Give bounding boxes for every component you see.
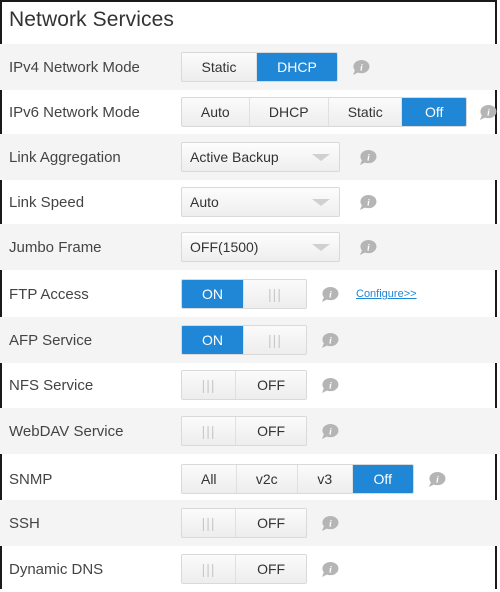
nfs-service-label: NFS Service (9, 376, 94, 394)
row-ipv6-network-mode: IPv6 Network Mode Auto DHCP Static Off i (0, 89, 500, 135)
dynamic-dns-toggle[interactable]: ||| OFF (181, 554, 307, 584)
ipv6-option-auto[interactable]: Auto (182, 98, 250, 126)
snmp-option-v2c[interactable]: v2c (236, 465, 298, 493)
webdav-service-toggle[interactable]: ||| OFF (181, 416, 307, 446)
ddns-toggle-off[interactable]: OFF (236, 555, 306, 583)
dynamic-dns-label: Dynamic DNS (9, 560, 104, 578)
info-icon[interactable]: i (358, 194, 377, 211)
ddns-toggle-grip[interactable]: ||| (182, 555, 237, 583)
info-icon[interactable]: i (358, 239, 377, 256)
info-icon[interactable]: i (320, 423, 339, 440)
jumbo-frame-dropdown[interactable]: OFF(1500) (181, 232, 340, 262)
afp-service-toggle[interactable]: ON ||| (181, 325, 307, 355)
info-icon[interactable]: i (320, 561, 339, 578)
snmp-option-off[interactable]: Off (352, 465, 413, 493)
nfs-service-toggle[interactable]: ||| OFF (181, 370, 307, 400)
chevron-down-icon (312, 154, 330, 161)
row-afp-service: AFP Service ON ||| i (0, 317, 500, 363)
svg-text:i: i (436, 475, 439, 485)
webdav-toggle-grip[interactable]: ||| (182, 417, 237, 445)
ftp-access-label: FTP Access (9, 285, 89, 303)
ftp-toggle-grip[interactable]: ||| (244, 280, 306, 308)
grip-handle-icon: ||| (201, 423, 216, 439)
snmp-option-all[interactable]: All (182, 465, 237, 493)
link-speed-label: Link Speed (9, 193, 85, 211)
svg-text:i: i (329, 565, 332, 575)
svg-text:i: i (367, 243, 370, 253)
link-aggregation-value: Active Backup (190, 149, 279, 165)
link-aggregation-label: Link Aggregation (9, 148, 121, 166)
ipv6-mode-selector: Auto DHCP Static Off (181, 97, 467, 127)
ssh-toggle-off[interactable]: OFF (236, 509, 306, 537)
grip-handle-icon: ||| (201, 377, 216, 393)
row-dynamic-dns: Dynamic DNS ||| OFF i (0, 546, 500, 592)
info-icon[interactable]: i (427, 471, 446, 488)
svg-text:i: i (367, 153, 370, 163)
ipv6-option-off[interactable]: Off (402, 98, 466, 126)
svg-text:i: i (329, 381, 332, 391)
grip-handle-icon: ||| (201, 515, 216, 531)
link-speed-dropdown[interactable]: Auto (181, 187, 340, 217)
chevron-down-icon (312, 199, 330, 206)
ftp-access-toggle[interactable]: ON ||| (181, 279, 307, 309)
ssh-label: SSH (9, 514, 40, 532)
row-link-speed: Link Speed Auto i (0, 179, 500, 225)
snmp-label: SNMP (9, 470, 53, 488)
svg-text:i: i (329, 336, 332, 346)
jumbo-frame-value: OFF(1500) (190, 239, 259, 255)
svg-text:i: i (487, 108, 490, 118)
link-aggregation-dropdown[interactable]: Active Backup (181, 142, 340, 172)
ipv6-option-static[interactable]: Static (328, 98, 403, 126)
svg-text:i: i (329, 519, 332, 529)
info-icon[interactable]: i (320, 377, 339, 394)
row-snmp: SNMP All v2c v3 Off i (0, 456, 500, 502)
nfs-toggle-grip[interactable]: ||| (182, 371, 237, 399)
ipv4-option-static[interactable]: Static (182, 53, 258, 81)
info-icon[interactable]: i (358, 149, 377, 166)
ipv6-option-dhcp[interactable]: DHCP (249, 98, 329, 126)
webdav-service-label: WebDAV Service (9, 422, 124, 440)
nfs-toggle-off[interactable]: OFF (236, 371, 306, 399)
row-jumbo-frame: Jumbo Frame OFF(1500) i (0, 224, 500, 270)
row-ipv4-network-mode: IPv4 Network Mode Static DHCP i (0, 44, 500, 90)
ssh-toggle-grip[interactable]: ||| (182, 509, 237, 537)
row-ftp-access: FTP Access ON ||| i Configure>> (0, 271, 500, 317)
svg-text:i: i (329, 427, 332, 437)
ipv6-label: IPv6 Network Mode (9, 103, 140, 121)
info-icon[interactable]: i (478, 104, 497, 121)
row-ssh: SSH ||| OFF i (0, 500, 500, 546)
chevron-down-icon (312, 244, 330, 251)
snmp-selector: All v2c v3 Off (181, 464, 414, 494)
page-title: Network Services (9, 8, 174, 31)
afp-service-label: AFP Service (9, 331, 93, 349)
link-speed-value: Auto (190, 194, 219, 210)
ipv4-mode-selector: Static DHCP (181, 52, 338, 82)
info-icon[interactable]: i (351, 59, 370, 76)
svg-text:i: i (360, 63, 363, 73)
snmp-option-v3[interactable]: v3 (298, 465, 353, 493)
svg-text:i: i (367, 198, 370, 208)
webdav-toggle-off[interactable]: OFF (236, 417, 306, 445)
row-link-aggregation: Link Aggregation Active Backup i (0, 134, 500, 180)
info-icon[interactable]: i (320, 515, 339, 532)
info-icon[interactable]: i (320, 332, 339, 349)
afp-toggle-on[interactable]: ON (182, 326, 245, 354)
ftp-configure-link[interactable]: Configure>> (356, 288, 417, 300)
ssh-toggle[interactable]: ||| OFF (181, 508, 307, 538)
row-webdav-service: WebDAV Service ||| OFF i (0, 408, 500, 454)
svg-text:i: i (329, 290, 332, 300)
grip-handle-icon: ||| (268, 286, 282, 302)
info-icon[interactable]: i (320, 286, 339, 303)
afp-toggle-grip[interactable]: ||| (244, 326, 306, 354)
ipv4-option-dhcp[interactable]: DHCP (257, 53, 337, 81)
jumbo-frame-label: Jumbo Frame (9, 238, 102, 256)
row-nfs-service: NFS Service ||| OFF i (0, 362, 500, 408)
ftp-toggle-on[interactable]: ON (182, 280, 245, 308)
grip-handle-icon: ||| (201, 561, 216, 577)
ipv4-label: IPv4 Network Mode (9, 58, 140, 76)
grip-handle-icon: ||| (268, 332, 282, 348)
